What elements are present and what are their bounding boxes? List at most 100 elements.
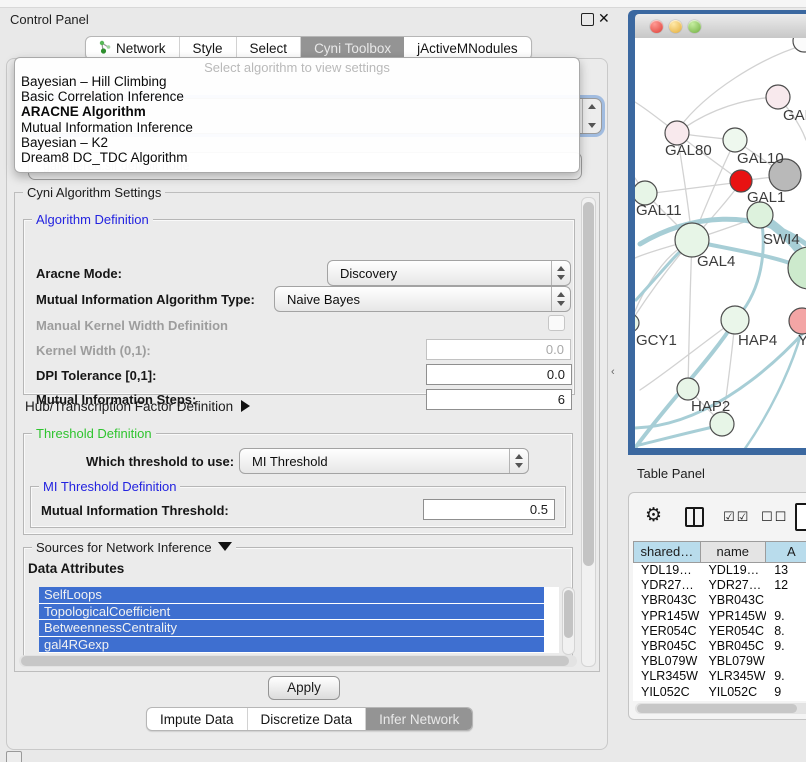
table-cell: YLR345W [633, 669, 700, 684]
network-node[interactable] [793, 38, 806, 52]
table-cell: YER054C [700, 624, 766, 639]
network-edge[interactable] [688, 240, 692, 389]
table-cell [766, 654, 806, 669]
checked-checkboxes-icon[interactable]: ☑☑ [723, 509, 750, 525]
combobox-stepper-icon [582, 99, 601, 133]
unchecked-checkboxes-icon[interactable]: ☐☐ [761, 509, 788, 525]
network-node[interactable] [635, 314, 639, 332]
table-row[interactable]: YDR27…YDR27…12 [633, 578, 806, 593]
table-cell: YBR045C [633, 639, 700, 654]
which-threshold-combobox[interactable]: MI Threshold [239, 448, 529, 474]
network-edge[interactable] [677, 97, 778, 133]
columns-icon[interactable] [685, 507, 704, 527]
tab-discretize-data[interactable]: Discretize Data [248, 708, 367, 730]
mi-steps-input[interactable]: 6 [426, 389, 572, 410]
attribute-list-item[interactable]: SelfLoops [39, 587, 544, 603]
node-table: shared… name A YDL19…YDL19…13YDR27…YDR27… [633, 541, 806, 701]
expand-arrow-icon [241, 400, 250, 412]
table-row[interactable]: YIL052CYIL052C9 [633, 685, 806, 700]
attribute-list-item[interactable]: gal4RGexp [39, 637, 544, 653]
table-row[interactable]: YDL19…YDL19…13 [633, 563, 806, 578]
attribute-list-item[interactable]: BetweennessCentrality [39, 620, 544, 636]
kernel-width-input[interactable]: 0.0 [426, 339, 571, 360]
network-canvas[interactable]: GALGAL80GAL10GAL1GAL11SWI4GAL4GCY1HAP4YH… [635, 38, 806, 448]
network-tab-icon [99, 40, 111, 57]
aracne-mode-combobox[interactable]: Discovery [327, 260, 571, 286]
document-icon[interactable] [795, 503, 806, 531]
apply-button[interactable]: Apply [268, 676, 340, 700]
bottom-tabbar: Impute Data Discretize Data Infer Networ… [146, 707, 473, 731]
table-row[interactable]: YBR045CYBR045C9. [633, 639, 806, 654]
tab-infer-network[interactable]: Infer Network [366, 708, 472, 730]
close-icon[interactable]: ✕ [598, 10, 610, 27]
float-window-icon[interactable] [581, 13, 594, 26]
network-node[interactable] [721, 306, 749, 334]
network-node[interactable] [766, 85, 790, 109]
table-row[interactable]: YER054CYER054C8. [633, 624, 806, 639]
network-node[interactable] [677, 378, 699, 400]
algorithm-option[interactable]: Bayesian – Hill Climbing [15, 74, 579, 89]
data-attributes-label: Data Attributes [28, 561, 124, 576]
network-edge[interactable] [735, 217, 763, 320]
minimized-panel-icon[interactable] [6, 751, 22, 762]
splitter-collapse-icon[interactable]: ‹ [611, 366, 615, 378]
column-header-shared-name[interactable]: shared… [634, 542, 701, 562]
control-panel-title: Control Panel [10, 12, 89, 27]
table-cell: YER054C [633, 624, 700, 639]
table-row[interactable]: YBR043CYBR043C [633, 593, 806, 608]
hub-definition-toggle[interactable]: Hub/Transcription Factor Definition [25, 399, 250, 414]
network-node-label: Y [798, 332, 806, 349]
mi-algorithm-type-combobox[interactable]: Naive Bayes [274, 286, 571, 312]
table-cell [766, 593, 806, 608]
tab-select[interactable]: Select [237, 37, 302, 59]
attributes-scrollbar[interactable] [562, 587, 575, 655]
algorithm-definition-title: Algorithm Definition [32, 212, 153, 227]
table-row[interactable]: YBL079WYBL079W [633, 654, 806, 669]
sources-toggle[interactable]: Sources for Network Inference [32, 540, 236, 555]
algorithm-option[interactable]: Mutual Information Inference [15, 120, 579, 135]
dpi-tolerance-input[interactable]: 0.0 [426, 364, 572, 385]
algorithm-option[interactable]: Bayesian – K2 [15, 135, 579, 150]
table-horizontal-scrollbar[interactable] [635, 703, 806, 714]
data-attributes-list[interactable]: SelfLoopsTopologicalCoefficientBetweenne… [39, 587, 559, 653]
tab-impute-data[interactable]: Impute Data [147, 708, 248, 730]
table-row[interactable]: YPR145WYPR145W9. [633, 609, 806, 624]
minimize-traffic-light-icon[interactable] [669, 20, 682, 33]
network-node-label: GAL4 [697, 253, 735, 270]
table-cell: 9. [766, 639, 806, 654]
network-edge[interactable] [744, 334, 801, 448]
attribute-list-item[interactable]: TopologicalCoefficient [39, 604, 544, 620]
algorithm-option[interactable]: ARACNE Algorithm [15, 104, 579, 119]
table-panel-title: Table Panel [637, 466, 705, 481]
manual-kernel-checkbox[interactable] [548, 315, 565, 331]
network-node[interactable] [710, 412, 734, 436]
table-cell: YBR043C [633, 593, 700, 608]
tab-style[interactable]: Style [180, 37, 237, 59]
network-node[interactable] [675, 223, 709, 257]
tab-network[interactable]: Network [86, 37, 180, 59]
table-row[interactable]: YLR345WYLR345W9. [633, 669, 806, 684]
network-node-label: GCY1 [636, 332, 677, 349]
table-cell: YPR145W [700, 609, 766, 624]
table-cell: YIL052C [633, 685, 700, 700]
close-traffic-light-icon[interactable] [650, 20, 663, 33]
algorithm-option[interactable]: Basic Correlation Inference [15, 89, 579, 104]
tab-cyni-toolbox[interactable]: Cyni Toolbox [301, 37, 404, 59]
column-header-partial[interactable]: A [766, 542, 806, 562]
algorithm-popup-placeholder: Select algorithm to view settings [15, 58, 579, 74]
network-node[interactable] [788, 247, 806, 289]
mi-threshold-input[interactable]: 0.5 [423, 499, 555, 520]
algorithm-option[interactable]: Dream8 DC_TDC Algorithm [15, 150, 579, 165]
tab-jactivemnodules[interactable]: jActiveMNodules [404, 37, 531, 59]
zoom-traffic-light-icon[interactable] [688, 20, 701, 33]
network-node-label: HAP2 [691, 398, 730, 415]
network-node[interactable] [789, 308, 806, 334]
network-edge[interactable] [646, 182, 741, 194]
column-header-name[interactable]: name [701, 542, 766, 562]
network-window-titlebar[interactable] [635, 14, 806, 39]
gear-icon[interactable]: ⚙ [645, 504, 662, 527]
settings-vertical-scrollbar[interactable] [581, 197, 596, 667]
network-node[interactable] [723, 128, 747, 152]
settings-horizontal-scrollbar[interactable] [19, 655, 577, 667]
cyni-algorithm-settings-panel: Cyni Algorithm Settings Algorithm Defini… [14, 192, 600, 672]
